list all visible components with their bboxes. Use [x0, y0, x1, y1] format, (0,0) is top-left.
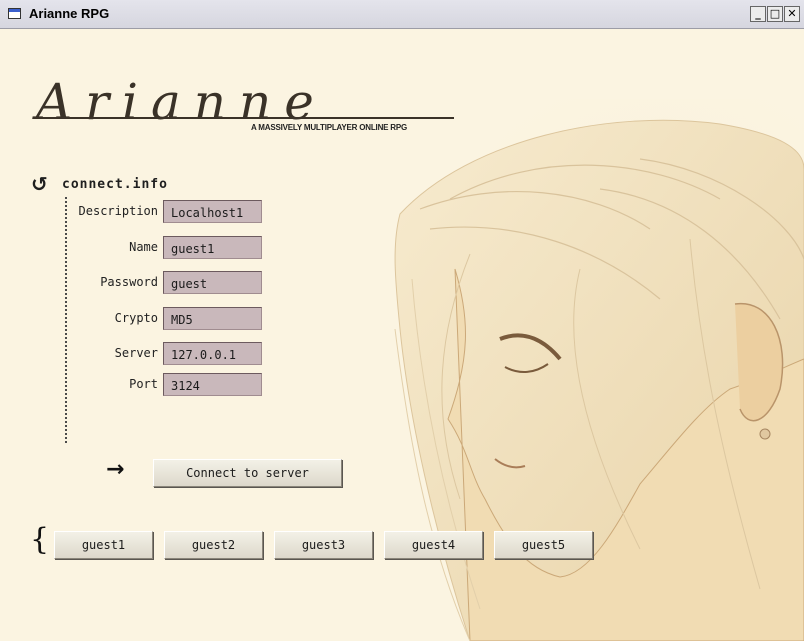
logo-underline	[34, 117, 454, 119]
window-icon[interactable]	[8, 8, 21, 19]
port-label: Port	[129, 377, 158, 391]
title-bar[interactable]: Arianne RPG _ □ ✕	[0, 0, 804, 29]
password-label: Password	[100, 275, 158, 289]
server-label: Server	[114, 346, 158, 360]
login-panel: Arianne A MASSIVELY MULTIPLAYER ONLINE R…	[0, 29, 804, 641]
window-title: Arianne RPG	[29, 6, 110, 21]
refresh-icon: ↺	[31, 172, 48, 196]
description-label: Description	[78, 204, 158, 218]
logo-tagline: A MASSIVELY MULTIPLAYER ONLINE RPG	[251, 123, 408, 132]
password-field[interactable]	[163, 271, 262, 294]
crypto-label: Crypto	[114, 311, 158, 325]
guest4-button[interactable]: guest4	[384, 531, 483, 559]
description-field[interactable]	[163, 200, 262, 223]
arrow-right-icon: →	[106, 457, 125, 482]
maximize-button[interactable]: □	[767, 6, 783, 22]
name-label: Name	[129, 240, 158, 254]
crypto-field[interactable]	[163, 307, 262, 330]
connect-to-server-button[interactable]: Connect to server	[153, 459, 342, 487]
connect-info-title: connect.info	[62, 177, 168, 192]
minimize-button[interactable]: _	[750, 6, 766, 22]
server-field[interactable]	[163, 342, 262, 365]
close-button[interactable]: ✕	[784, 6, 800, 22]
guest1-button[interactable]: guest1	[54, 531, 153, 559]
brace-icon: {	[30, 522, 50, 557]
name-field[interactable]	[163, 236, 262, 259]
guest5-button[interactable]: guest5	[494, 531, 593, 559]
port-field[interactable]	[163, 373, 262, 396]
guest3-button[interactable]: guest3	[274, 531, 373, 559]
guest2-button[interactable]: guest2	[164, 531, 263, 559]
app-window: Arianne RPG _ □ ✕ Arianne A MASSIVELY MU…	[0, 0, 804, 641]
